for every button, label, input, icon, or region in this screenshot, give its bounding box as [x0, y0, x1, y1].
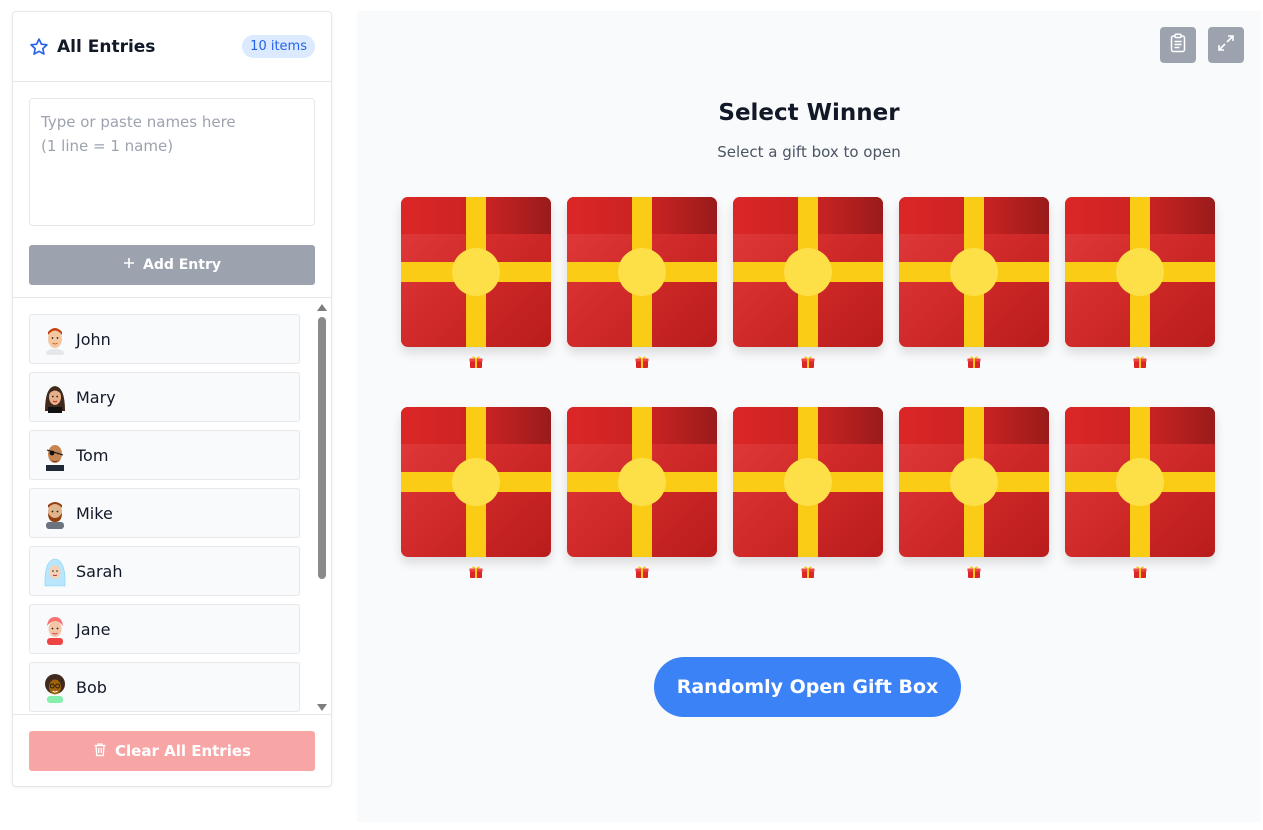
gift-icon: [635, 565, 649, 581]
gift-icon: [967, 565, 981, 581]
avatar-jane-icon: [42, 613, 68, 645]
entry-name: Sarah: [76, 561, 123, 581]
entry-name: Bob: [76, 677, 107, 697]
gift-box-cell: [401, 197, 551, 381]
expand-icon: [1217, 34, 1235, 56]
gift-box-cell: [567, 197, 717, 381]
fullscreen-button[interactable]: [1208, 27, 1244, 63]
gift-icon: [1133, 565, 1147, 581]
avatar-mary-icon: [42, 381, 68, 413]
clipboard-icon: [1169, 33, 1187, 57]
random-open-button[interactable]: Randomly Open Gift Box: [654, 657, 961, 717]
entry-count-badge: 10 items: [242, 35, 315, 58]
gift-icon: [801, 355, 815, 371]
gift-icon: [635, 355, 649, 371]
top-toolbar: [1160, 27, 1244, 63]
gift-box-grid: [401, 197, 1215, 591]
entry-name: Mary: [76, 387, 116, 407]
avatar-mike-icon: [42, 497, 68, 529]
gift-box-cell: [733, 197, 883, 381]
list-item[interactable]: Mike: [29, 488, 300, 538]
gift-box[interactable]: [733, 197, 883, 347]
gift-icon: [1133, 355, 1147, 371]
entry-name: Mike: [76, 503, 113, 523]
ribbon-knot: [950, 248, 998, 296]
list-item[interactable]: Sarah: [29, 546, 300, 596]
add-entry-label: Add Entry: [142, 257, 221, 273]
gift-icon: [801, 565, 815, 581]
ribbon-knot: [950, 458, 998, 506]
sidebar-header: All Entries 10 items: [13, 12, 331, 82]
gift-box[interactable]: [899, 407, 1049, 557]
main-panel: Select Winner Select a gift box to open …: [357, 11, 1261, 822]
gift-box-cell: [899, 197, 1049, 381]
gift-box-cell: [733, 407, 883, 591]
sidebar-title: All Entries: [57, 36, 156, 57]
avatar-bob-icon: [42, 671, 68, 703]
list-item[interactable]: Mary: [29, 372, 300, 422]
avatar-sarah-icon: [42, 555, 68, 587]
list-item[interactable]: Tom: [29, 430, 300, 480]
entry-input-area: Add Entry: [13, 82, 331, 298]
ribbon-knot: [452, 248, 500, 296]
avatar-tom-icon: [42, 439, 68, 471]
entry-name: John: [76, 329, 111, 349]
ribbon-knot: [452, 458, 500, 506]
gift-box[interactable]: [1065, 197, 1215, 347]
clear-all-button[interactable]: Clear All Entries: [29, 731, 315, 771]
gift-box[interactable]: [401, 407, 551, 557]
list-item[interactable]: Jane: [29, 604, 300, 654]
entries-list-container: John Mary Tom Mike Sarah Jane Bob: [13, 298, 331, 715]
gift-icon: [469, 565, 483, 581]
gift-box[interactable]: [567, 407, 717, 557]
ribbon-knot: [1116, 248, 1164, 296]
gift-box[interactable]: [567, 197, 717, 347]
scroll-up-arrow-icon[interactable]: [317, 304, 327, 311]
clipboard-button[interactable]: [1160, 27, 1196, 63]
gift-box[interactable]: [733, 407, 883, 557]
list-item[interactable]: Bob: [29, 662, 300, 712]
ribbon-knot: [784, 458, 832, 506]
gift-icon: [469, 355, 483, 371]
sidebar-footer: Clear All Entries: [13, 715, 331, 787]
gift-box-cell: [1065, 197, 1215, 381]
ribbon-knot: [1116, 458, 1164, 506]
clear-all-label: Clear All Entries: [115, 742, 251, 760]
gift-box-cell: [567, 407, 717, 591]
entry-name: Jane: [76, 619, 111, 639]
star-icon: [29, 37, 49, 57]
gift-box-cell: [899, 407, 1049, 591]
page-subtitle: Select a gift box to open: [717, 143, 901, 161]
avatar-john-icon: [42, 323, 68, 355]
entries-scrollbar[interactable]: [316, 298, 328, 714]
ribbon-knot: [618, 458, 666, 506]
gift-box[interactable]: [401, 197, 551, 347]
entry-name: Tom: [76, 445, 109, 465]
list-item[interactable]: John: [29, 314, 300, 364]
gift-box[interactable]: [1065, 407, 1215, 557]
entries-sidebar: All Entries 10 items Add Entry John Ma: [12, 11, 332, 787]
gift-box-cell: [401, 407, 551, 591]
add-entry-button[interactable]: Add Entry: [29, 245, 315, 285]
scroll-thumb[interactable]: [318, 317, 326, 579]
page-title: Select Winner: [718, 100, 900, 126]
trash-icon: [93, 742, 107, 761]
ribbon-knot: [618, 248, 666, 296]
entries-list: John Mary Tom Mike Sarah Jane Bob: [13, 298, 331, 712]
ribbon-knot: [784, 248, 832, 296]
gift-icon: [967, 355, 981, 371]
gift-box-cell: [1065, 407, 1215, 591]
scroll-down-arrow-icon[interactable]: [317, 704, 327, 711]
names-input[interactable]: [29, 98, 315, 226]
gift-box[interactable]: [899, 197, 1049, 347]
plus-icon: [123, 257, 135, 273]
